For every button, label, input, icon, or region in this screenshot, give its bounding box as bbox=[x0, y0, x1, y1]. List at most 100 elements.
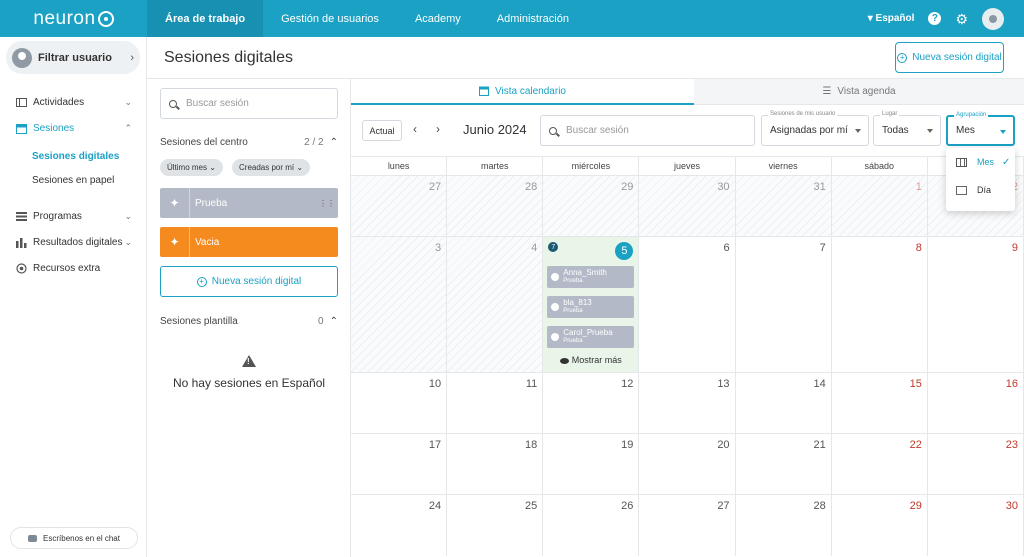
day-cell[interactable]: 19 bbox=[543, 434, 640, 494]
day-cell[interactable]: 28 bbox=[447, 176, 544, 236]
day-number: 30 bbox=[1005, 500, 1018, 512]
day-number: 19 bbox=[621, 439, 634, 451]
filter-chip-created-by-me[interactable]: Creadas por mí ⌄ bbox=[232, 159, 311, 176]
settings-gear-icon[interactable]: ⚙ bbox=[955, 12, 968, 26]
top-nav-workspace[interactable]: Área de trabajo bbox=[147, 0, 264, 37]
chat-button[interactable]: Escríbenos en el chat bbox=[10, 527, 138, 549]
calendar-event[interactable]: Anna_Smith Prueba bbox=[547, 266, 635, 288]
new-digital-session-button[interactable]: + Nueva sesión digital bbox=[895, 42, 1004, 73]
filter-user-button[interactable]: Filtrar usuario › bbox=[6, 41, 140, 74]
day-cell-today[interactable]: 7 5 Anna_Smith Prueba bla_813 Prueba Carol… bbox=[543, 237, 640, 372]
sidebar-subitem-digital-sessions[interactable]: Sesiones digitales bbox=[0, 144, 146, 168]
session-item-prueba[interactable]: ✦ Prueba ⋮⋮ bbox=[160, 188, 338, 218]
panel-new-session-button[interactable]: + Nueva sesión digital bbox=[160, 266, 338, 297]
sidebar-item-label: Sesiones bbox=[33, 122, 75, 134]
day-cell[interactable]: 27 bbox=[639, 495, 736, 556]
sidebar-item-activities[interactable]: Actividades ⌄ bbox=[0, 92, 146, 112]
session-search-input[interactable]: Buscar sesión bbox=[160, 88, 338, 119]
day-cell[interactable]: 13 bbox=[639, 373, 736, 433]
grouping-option-month[interactable]: Mes ✓ bbox=[946, 148, 1015, 176]
avatar-head-icon bbox=[989, 14, 997, 23]
day-cell[interactable]: 11 bbox=[447, 373, 544, 433]
day-cell[interactable]: 4 bbox=[447, 237, 544, 372]
day-cell[interactable]: 30 bbox=[928, 495, 1024, 556]
top-nav-academy[interactable]: Academy bbox=[397, 0, 479, 37]
prev-month-icon[interactable]: ‹ bbox=[413, 122, 417, 136]
select-value: Todas bbox=[882, 125, 909, 136]
day-cell[interactable]: 14 bbox=[736, 373, 832, 433]
help-icon[interactable]: ? bbox=[928, 12, 942, 25]
filter-chip-last-month[interactable]: Último mes ⌄ bbox=[160, 159, 223, 176]
day-cell[interactable]: 3 bbox=[351, 237, 448, 372]
calendar-search-input[interactable]: Buscar sesión bbox=[540, 115, 755, 146]
session-item-vacia[interactable]: ✦ Vacia bbox=[160, 227, 338, 257]
event-session-name: Prueba bbox=[563, 338, 583, 344]
day-number: 20 bbox=[717, 439, 730, 451]
month-grid-icon bbox=[956, 157, 967, 167]
tab-agenda-view[interactable]: ☰ Vista agenda bbox=[694, 79, 1024, 105]
user-avatar[interactable] bbox=[982, 7, 1004, 30]
day-cell[interactable]: 12 bbox=[543, 373, 640, 433]
week-row: 3 4 7 5 Anna_Smith Prueba bla_813 Prueba C… bbox=[351, 237, 1024, 373]
day-cell[interactable]: 1 bbox=[831, 176, 928, 236]
day-cell[interactable]: 23 bbox=[928, 434, 1024, 494]
day-cell[interactable]: 20 bbox=[639, 434, 736, 494]
sidebar-item-label: Programas bbox=[33, 210, 82, 222]
day-cell[interactable]: 24 bbox=[351, 495, 448, 556]
sidebar-subitem-paper-sessions[interactable]: Sesiones en papel bbox=[0, 168, 146, 192]
user-icon bbox=[551, 273, 560, 281]
language-selector[interactable]: ▾ Español bbox=[868, 13, 915, 24]
place-filter-select[interactable]: Lugar Todas bbox=[873, 111, 941, 146]
day-cell[interactable]: 30 bbox=[639, 176, 736, 236]
tab-calendar-view[interactable]: Vista calendario bbox=[351, 79, 694, 105]
day-cell[interactable]: 16 bbox=[928, 373, 1024, 433]
calendar-event[interactable]: Carol_Prueba Prueba bbox=[547, 326, 635, 348]
sidebar-item-extra-resources[interactable]: Recursos extra bbox=[0, 258, 146, 278]
sessions-filter-select[interactable]: Sesiones de mis usuario Asignadas por mí bbox=[761, 111, 869, 146]
next-month-icon[interactable]: › bbox=[436, 122, 440, 136]
center-sessions-header[interactable]: Sesiones del centro 2 / 2 ⌃ bbox=[160, 137, 338, 148]
view-tabs: Vista calendario ☰ Vista agenda bbox=[351, 79, 1024, 105]
plus-circle-icon: + bbox=[196, 276, 207, 287]
weekday-label: miércoles bbox=[543, 157, 640, 175]
template-sessions-header[interactable]: Sesiones plantilla 0 ⌃ bbox=[160, 316, 338, 327]
grouping-option-day[interactable]: Día bbox=[946, 176, 1015, 204]
day-number: 29 bbox=[909, 500, 922, 512]
page-header: Sesiones digitales + Nueva sesión digita… bbox=[147, 37, 1024, 79]
sidebar-item-digital-results[interactable]: Resultados digitales ⌄ bbox=[0, 232, 146, 252]
today-button[interactable]: Actual bbox=[362, 120, 402, 141]
sidebar-item-programs[interactable]: Programas ⌄ bbox=[0, 206, 146, 226]
day-cell[interactable]: 27 bbox=[351, 176, 448, 236]
day-cell[interactable]: 29 bbox=[832, 495, 928, 556]
day-number: 15 bbox=[909, 378, 922, 390]
day-cell[interactable]: 31 bbox=[735, 176, 832, 236]
sidebar-item-label: Recursos extra bbox=[33, 262, 101, 274]
day-cell[interactable]: 6 bbox=[639, 237, 736, 372]
top-nav-user-management[interactable]: Gestión de usuarios bbox=[263, 0, 397, 37]
day-cell[interactable]: 9 bbox=[928, 237, 1024, 372]
neuron-logo[interactable]: neuron bbox=[0, 0, 147, 37]
day-cell[interactable]: 29 bbox=[543, 176, 640, 236]
day-cell[interactable]: 26 bbox=[543, 495, 640, 556]
grouping-select[interactable]: Agrupación Mes bbox=[946, 112, 1015, 146]
chevron-down-icon: ⌄ bbox=[124, 96, 132, 107]
day-cell[interactable]: 7 bbox=[736, 237, 832, 372]
calendar-event[interactable]: bla_813 Prueba bbox=[547, 296, 635, 318]
show-more-link[interactable]: Mostrar más bbox=[543, 355, 638, 365]
day-cell[interactable]: 17 bbox=[351, 434, 448, 494]
day-cell[interactable]: 8 bbox=[832, 237, 928, 372]
option-label: Mes bbox=[977, 157, 995, 167]
day-cell[interactable]: 21 bbox=[736, 434, 832, 494]
day-number: 14 bbox=[813, 378, 826, 390]
day-cell[interactable]: 10 bbox=[351, 373, 448, 433]
day-cell[interactable]: 15 bbox=[832, 373, 928, 433]
top-nav-administration[interactable]: Administración bbox=[479, 0, 587, 37]
sidebar-item-sessions[interactable]: Sesiones ⌃ bbox=[0, 118, 146, 138]
drag-handle-icon[interactable]: ⋮⋮ bbox=[319, 199, 335, 208]
day-cell[interactable]: 18 bbox=[447, 434, 544, 494]
today-day-number: 5 bbox=[615, 242, 634, 260]
template-sessions-count: 0 bbox=[318, 316, 324, 327]
day-cell[interactable]: 25 bbox=[447, 495, 544, 556]
day-cell[interactable]: 28 bbox=[736, 495, 832, 556]
day-cell[interactable]: 22 bbox=[832, 434, 928, 494]
